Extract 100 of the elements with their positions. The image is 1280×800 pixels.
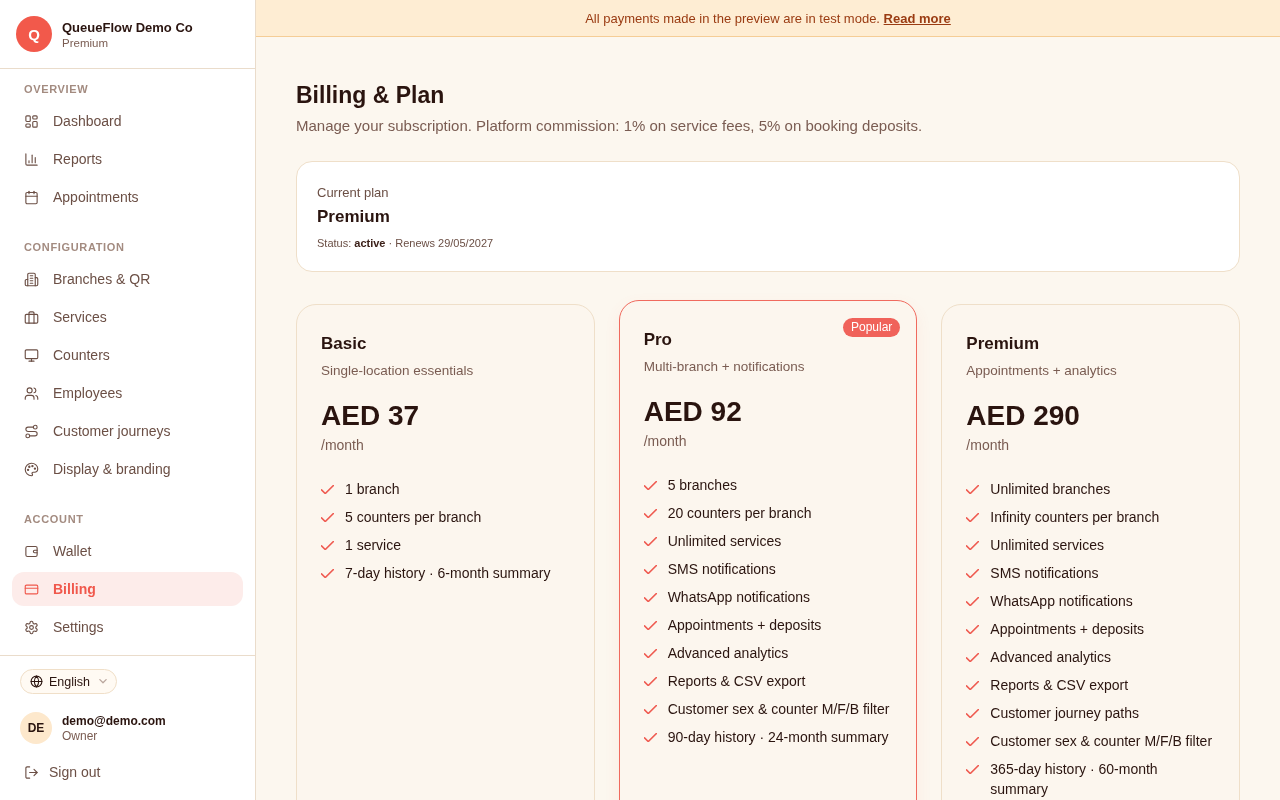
plan-feature: 365-day history · 60-month summary — [990, 760, 1159, 799]
chevron-down-icon — [99, 679, 107, 684]
check-icon — [966, 765, 980, 774]
nav-item[interactable]: Settings — [12, 610, 243, 644]
banner-message: All payments made in the preview are in test mode. Read more — [585, 10, 951, 26]
plan-price: AED 290 — [966, 399, 1080, 433]
check-icon — [966, 625, 980, 634]
check-icon — [966, 597, 980, 606]
check-icon — [643, 565, 657, 574]
check-icon — [321, 569, 334, 578]
plan-feature: WhatsApp notifications — [667, 588, 811, 607]
page-title: Billing & Plan — [296, 81, 446, 110]
credit-card-icon — [24, 581, 39, 597]
plan-name: Premium — [966, 333, 1040, 355]
bar-chart-icon — [24, 151, 39, 167]
brand-logo: Q — [16, 16, 52, 52]
nav-item[interactable]: Customer journeys — [12, 414, 243, 448]
current-plan-name: Premium — [317, 206, 390, 228]
user-avatar: DE — [20, 712, 52, 744]
nav-section-title: OVERVIEW — [23, 82, 90, 97]
popular-badge: Popular — [842, 318, 901, 337]
plan-feature: SMS notifications — [990, 564, 1099, 583]
globe-icon — [30, 675, 43, 688]
check-icon — [966, 513, 980, 522]
plan-feature: 90-day history · 24-month summary — [667, 728, 889, 747]
plan-feature: 5 branches — [667, 476, 737, 495]
sign-out-icon — [24, 764, 39, 780]
plan-period: /month — [643, 432, 687, 451]
nav-item[interactable]: Wallet — [12, 534, 243, 568]
users-icon — [24, 385, 39, 401]
nav-item[interactable]: Appointments — [12, 180, 243, 214]
palette-icon — [24, 461, 39, 477]
nav-item[interactable]: Employees — [12, 376, 243, 410]
user-email: demo@demo.com — [62, 713, 166, 728]
plan-tagline: Appointments + analytics — [966, 362, 1117, 380]
plan-feature: Advanced analytics — [667, 644, 789, 663]
plan-feature: Advanced analytics — [990, 648, 1111, 667]
check-icon — [321, 513, 334, 522]
check-icon — [643, 509, 657, 518]
plan-name: Basic — [321, 333, 367, 355]
nav-item[interactable]: Counters — [12, 338, 243, 372]
calendar-icon — [24, 189, 39, 205]
plan-feature: 1 service — [345, 536, 402, 555]
language-select[interactable]: English — [20, 669, 117, 694]
nav-item[interactable]: Dashboard — [12, 104, 243, 138]
sign-out-button[interactable]: Sign out — [24, 764, 101, 780]
check-icon — [966, 709, 980, 718]
check-icon — [643, 537, 657, 546]
plan-name: Pro — [643, 329, 672, 351]
plan-feature: Unlimited branches — [990, 480, 1111, 499]
check-icon — [643, 733, 657, 742]
briefcase-icon — [24, 309, 39, 325]
route-icon — [24, 423, 39, 439]
check-icon — [966, 681, 980, 690]
check-icon — [966, 653, 980, 662]
company-plan: Premium — [62, 36, 109, 49]
plan-feature: Appointments + deposits — [990, 620, 1145, 639]
plan-feature: Customer journey paths — [990, 704, 1139, 723]
plan-period: /month — [321, 436, 364, 455]
monitor-icon — [24, 347, 39, 363]
check-icon — [643, 593, 657, 602]
check-icon — [321, 485, 334, 494]
plan-feature: 20 counters per branch — [667, 504, 812, 523]
plan-tagline: Single-location essentials — [321, 362, 474, 380]
plan-tagline: Multi-branch + notifications — [643, 358, 805, 376]
current-plan-label: Current plan — [317, 184, 389, 202]
plan-feature: Reports & CSV export — [990, 676, 1129, 695]
plan-feature: WhatsApp notifications — [990, 592, 1133, 611]
plan-feature: 7-day history · 6-month summary — [345, 564, 551, 583]
nav-section-title: CONFIGURATION — [23, 240, 126, 255]
nav-section-title: ACCOUNT — [23, 512, 85, 527]
plan-feature: Customer sex & counter M/F/B filter — [990, 732, 1213, 751]
check-icon — [643, 705, 657, 714]
company-name: QueueFlow Demo Co — [62, 19, 193, 35]
plan-feature: Appointments + deposits — [667, 616, 822, 635]
plan-feature: 1 branch — [345, 480, 400, 499]
nav-item[interactable]: Reports — [12, 142, 243, 176]
check-icon — [966, 485, 980, 494]
plan-period: /month — [966, 436, 1010, 455]
plan-feature: Unlimited services — [990, 536, 1104, 555]
check-icon — [966, 569, 980, 578]
wallet-icon — [24, 543, 39, 559]
plan-feature: 5 counters per branch — [345, 508, 482, 527]
check-icon — [643, 677, 657, 686]
read-more-link[interactable]: Read more — [883, 10, 951, 26]
plan-price: AED 37 — [321, 399, 420, 433]
user-role: Owner — [62, 728, 99, 743]
nav-item[interactable]: Branches & QR — [12, 262, 243, 296]
nav-item[interactable]: Display & branding — [12, 452, 243, 486]
plan-feature: Reports & CSV export — [667, 672, 806, 691]
check-icon — [643, 621, 657, 630]
page-subtitle: Manage your subscription. Platform commission: 1% on service fees, 5% on booking deposits. — [296, 116, 924, 136]
plan-price: AED 92 — [643, 395, 742, 429]
settings-icon — [24, 619, 39, 635]
building-icon — [24, 271, 39, 287]
check-icon — [321, 541, 334, 550]
check-icon — [643, 649, 657, 658]
check-icon — [966, 737, 980, 746]
nav-item[interactable]: Services — [12, 300, 243, 334]
plan-status: Status: active · Renews 29/05/2027 — [317, 236, 494, 251]
